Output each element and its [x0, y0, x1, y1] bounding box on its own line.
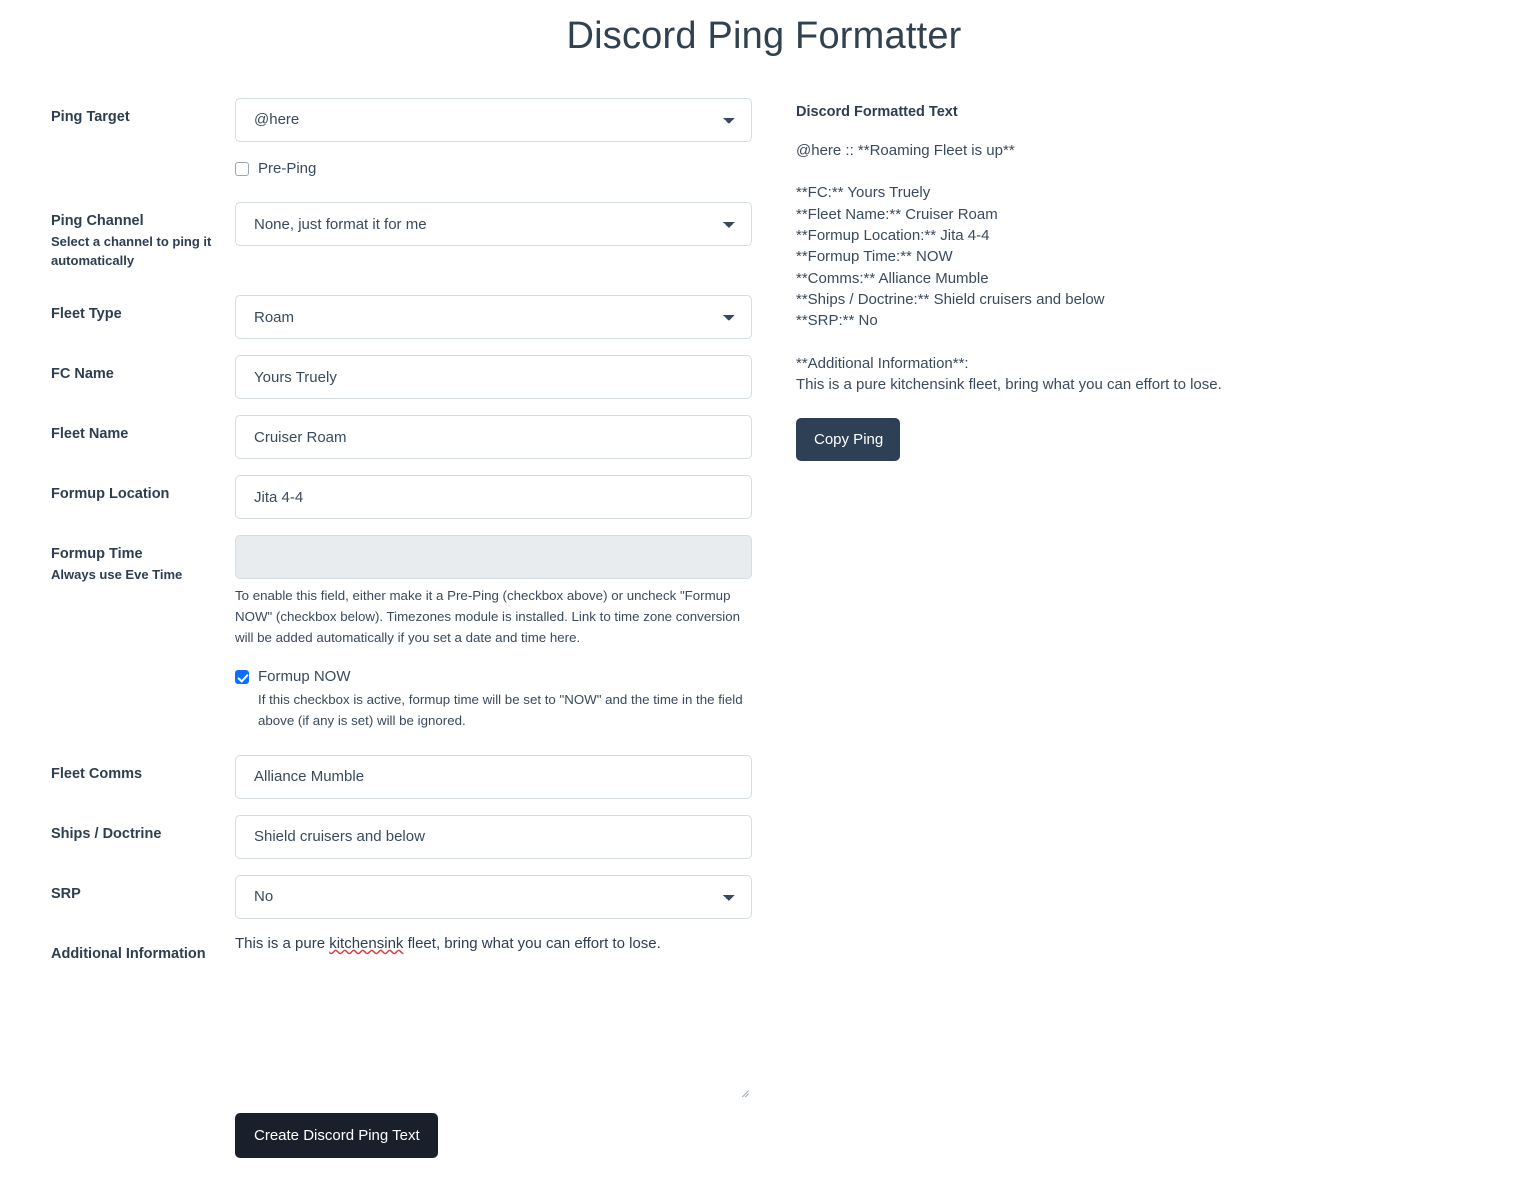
label-col-pre-ping: [51, 159, 235, 168]
field-row-srp: SRP No: [51, 874, 795, 919]
label-col-formup-location: Formup Location: [51, 475, 235, 505]
ping-channel-select[interactable]: None, just format it for me: [235, 202, 752, 247]
label-srp: SRP: [51, 885, 81, 902]
formup-time-input[interactable]: [235, 535, 752, 580]
output-spacer-2: [796, 332, 1528, 353]
label-col-formup-time: Formup Time Always use Eve Time: [51, 535, 235, 584]
output-line: **SRP:** No: [796, 312, 878, 330]
field-row-fleet-name: Fleet Name: [51, 415, 795, 460]
field-row-fleet-comms: Fleet Comms: [51, 754, 795, 799]
additional-info-text-pre: This is a pure: [235, 934, 330, 952]
label-ping-target: Ping Target: [51, 108, 130, 125]
label-additional-information: Additional Information: [51, 945, 206, 962]
page-title: Discord Ping Formatter: [566, 15, 962, 57]
label-formup-time: Formup Time: [51, 546, 143, 563]
control-col-fleet-comms: [235, 754, 752, 799]
control-col-submit: Create Discord Ping Text: [235, 1112, 752, 1158]
fleet-type-select[interactable]: Roam: [235, 295, 752, 340]
control-col-additional-information: This is a pure kitchensink fleet, bring …: [235, 935, 752, 1097]
output-additional-body: This is a pure kitchensink fleet, bring …: [796, 375, 1222, 393]
label-fleet-type: Fleet Type: [51, 306, 122, 323]
label-col-srp: SRP: [51, 875, 235, 905]
field-row-fleet-type: Fleet Type Roam: [51, 295, 795, 340]
formup-now-description: If this checkbox is active, formup time …: [258, 691, 743, 728]
label-col-additional-information: Additional Information: [51, 935, 235, 965]
control-col-ships-doctrine: [235, 814, 752, 859]
output-line: **FC:** Yours Truely: [796, 184, 931, 202]
pre-ping-checkbox[interactable]: [235, 161, 249, 176]
pre-ping-checkbox-row[interactable]: Pre-Ping: [235, 159, 752, 179]
ping-target-select[interactable]: @here: [235, 97, 752, 142]
field-row-submit: Create Discord Ping Text: [51, 1112, 795, 1158]
label-col-ships-doctrine: Ships / Doctrine: [51, 815, 235, 845]
formup-time-description: To enable this field, either make it a P…: [235, 588, 741, 646]
copy-ping-button[interactable]: Copy Ping: [796, 418, 901, 462]
fleet-name-input[interactable]: [235, 415, 752, 460]
main-container: Ping Target @here Pre-Ping Ping Channel: [0, 97, 1528, 1158]
output-additional-header: **Additional Information**:: [796, 354, 969, 372]
output-line: **Fleet Name:** Cruiser Roam: [796, 205, 998, 223]
control-col-srp: No: [235, 874, 752, 919]
field-row-formup-location: Formup Location: [51, 475, 795, 520]
field-row-ping-channel: Ping Channel Select a channel to ping it…: [51, 202, 795, 270]
help-formup-time: Always use Eve Time: [51, 566, 183, 582]
field-row-formup-time: Formup Time Always use Eve Time To enabl…: [51, 535, 795, 731]
additional-information-textarea[interactable]: This is a pure kitchensink fleet, bring …: [235, 935, 752, 1097]
label-col-fleet-comms: Fleet Comms: [51, 755, 235, 785]
label-col-fc-name: FC Name: [51, 355, 235, 385]
label-fleet-comms: Fleet Comms: [51, 765, 143, 782]
output-line: **Comms:** Alliance Mumble: [796, 269, 989, 287]
fleet-comms-input[interactable]: [235, 754, 752, 799]
create-discord-ping-text-button[interactable]: Create Discord Ping Text: [235, 1112, 438, 1158]
output-line: **Formup Time:** NOW: [796, 248, 953, 266]
output-text-block: @here :: **Roaming Fleet is up** **FC:**…: [796, 140, 1528, 395]
discord-output-panel: Discord Formatted Text @here :: **Roamin…: [795, 98, 1528, 462]
control-col-ping-channel: None, just format it for me: [235, 202, 752, 247]
field-row-ships-doctrine: Ships / Doctrine: [51, 814, 795, 859]
formup-now-label: Formup NOW: [258, 668, 351, 686]
label-col-ping-channel: Ping Channel Select a channel to ping it…: [51, 202, 235, 270]
copy-button-wrapper: Copy Ping: [796, 418, 1528, 462]
pre-ping-label: Pre-Ping: [258, 159, 317, 177]
control-col-fleet-type: Roam: [235, 295, 752, 340]
label-col-submit: [51, 1113, 235, 1122]
formup-location-input[interactable]: [235, 475, 752, 520]
srp-select[interactable]: No: [235, 874, 752, 919]
control-col-formup-location: [235, 475, 752, 520]
field-row-additional-information: Additional Information This is a pure ki…: [51, 935, 795, 1097]
output-spacer-1: [796, 161, 1528, 182]
label-col-fleet-name: Fleet Name: [51, 415, 235, 445]
output-panel-title: Discord Formatted Text: [796, 103, 958, 120]
fc-name-input[interactable]: [235, 355, 752, 400]
control-col-formup-time: To enable this field, either make it a P…: [235, 535, 752, 731]
field-row-fc-name: FC Name: [51, 355, 795, 400]
control-col-ping-target: @here: [235, 97, 752, 142]
output-line: **Formup Location:** Jita 4-4: [796, 227, 990, 245]
additional-info-text-misspelled: kitchensink: [329, 934, 404, 952]
label-formup-location: Formup Location: [51, 486, 170, 503]
formup-now-checkbox[interactable]: [235, 670, 249, 685]
control-col-fc-name: [235, 355, 752, 400]
label-ships-doctrine: Ships / Doctrine: [51, 825, 162, 842]
help-ping-channel: Select a channel to ping it automaticall…: [51, 233, 212, 268]
field-row-pre-ping: Pre-Ping: [51, 159, 795, 179]
label-ping-channel: Ping Channel: [51, 213, 144, 230]
ships-doctrine-input[interactable]: [235, 814, 752, 859]
output-line-header: @here :: **Roaming Fleet is up**: [796, 142, 1015, 160]
label-fleet-name: Fleet Name: [51, 426, 129, 443]
additional-info-text-post: fleet, bring what you can effort to lose…: [403, 934, 661, 952]
formup-now-checkbox-row[interactable]: Formup NOW: [235, 667, 752, 687]
field-row-ping-target: Ping Target @here: [51, 97, 795, 142]
ping-form: Ping Target @here Pre-Ping Ping Channel: [0, 97, 795, 1158]
output-line: **Ships / Doctrine:** Shield cruisers an…: [796, 290, 1105, 308]
label-fc-name: FC Name: [51, 366, 114, 383]
control-col-pre-ping: Pre-Ping: [235, 159, 752, 179]
label-col-fleet-type: Fleet Type: [51, 295, 235, 325]
control-col-fleet-name: [235, 415, 752, 460]
label-col-ping-target: Ping Target: [51, 98, 235, 128]
